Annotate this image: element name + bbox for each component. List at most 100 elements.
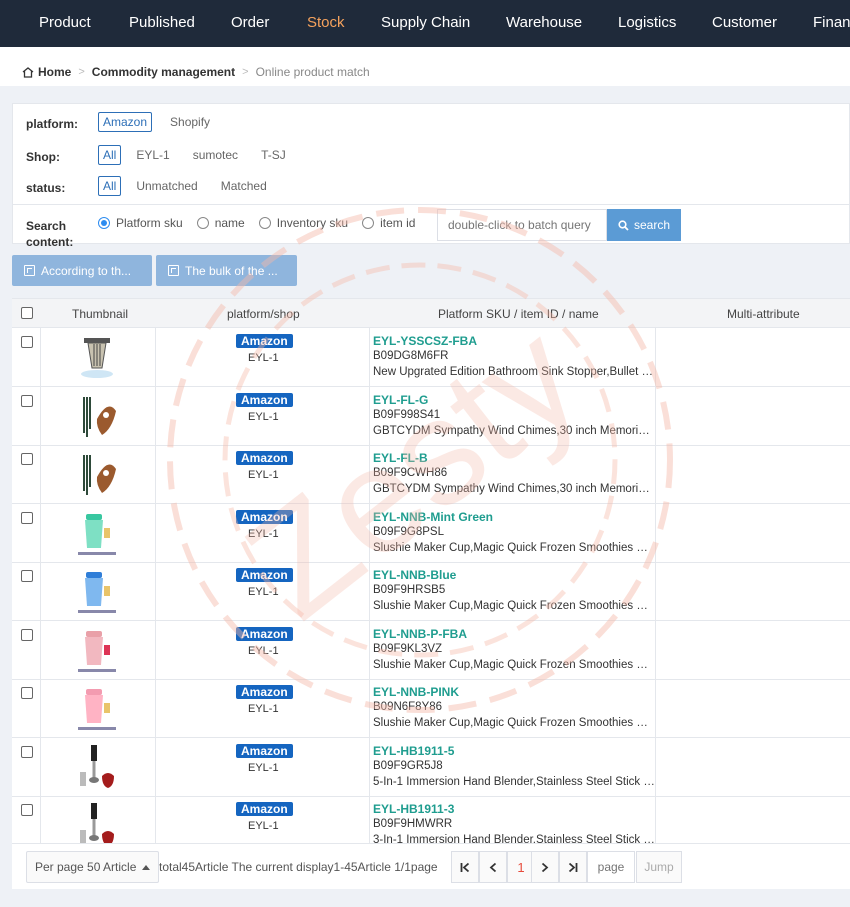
breadcrumb-current: Online product match xyxy=(255,65,370,79)
export-icon xyxy=(168,265,179,276)
item-id: B09F9CWH86 xyxy=(373,467,448,479)
radio-inventory-sku[interactable]: Inventory sku xyxy=(258,216,348,230)
nav-item-stock[interactable]: Stock xyxy=(307,14,345,31)
platform-option-amazon[interactable]: Amazon xyxy=(98,112,153,132)
status-option-matched[interactable]: Matched xyxy=(216,176,272,196)
table-row[interactable]: Amazon EYL-1 EYL-NNB-PINK B09N6F8Y86 Slushie… xyxy=(12,679,850,738)
row-checkbox[interactable] xyxy=(21,511,33,524)
nav-item-supply-chain[interactable]: Supply Chain xyxy=(381,14,470,31)
product-table: Thumbnail platform/shop Platform SKU / i… xyxy=(12,298,850,843)
shop-name: EYL-1 xyxy=(248,410,279,423)
next-page-button[interactable] xyxy=(531,851,559,883)
prev-page-button[interactable] xyxy=(479,851,507,883)
item-id: B09F9HRSB5 xyxy=(373,584,446,596)
platform-badge: Amazon xyxy=(236,626,293,641)
pagination: Per page 50 Article total45Article The c… xyxy=(12,843,850,889)
shop-name: EYL-1 xyxy=(248,703,279,715)
table-row[interactable]: Amazon EYL-1 EYL-YSSCSZ-FBA B09DG8M6FR New U… xyxy=(12,328,850,387)
platform-sku-link[interactable]: EYL-FL-B xyxy=(373,451,428,465)
jump-button[interactable]: Jump xyxy=(636,851,682,883)
product-thumbnail[interactable] xyxy=(72,508,122,558)
row-checkbox[interactable] xyxy=(21,570,33,582)
platform-sku-link[interactable]: EYL-YSSCSZ-FBA xyxy=(373,334,477,348)
according-to-button[interactable]: According to th... xyxy=(12,255,152,286)
header-platform-shop: platform/shop xyxy=(227,307,300,321)
shop-option-all[interactable]: All xyxy=(98,145,122,165)
last-page-button[interactable] xyxy=(559,851,587,883)
radio-platform-sku[interactable]: Platform sku xyxy=(98,216,183,230)
product-thumbnail[interactable] xyxy=(72,449,122,499)
table-row[interactable]: Amazon EYL-1 EYL-FL-B B09F9CWH86 GBTCYDM Sym… xyxy=(12,445,850,504)
shop-option-sumotec[interactable]: sumotec xyxy=(188,145,243,165)
shop-name: EYL-1 xyxy=(248,469,279,481)
table-row[interactable]: Amazon EYL-1 EYL-NNB-Blue B09F9HRSB5 Slushie… xyxy=(12,562,850,621)
header-sku: Platform SKU / item ID / name xyxy=(438,307,599,321)
table-row[interactable]: Amazon EYL-1 EYL-FL-G B09F998S41 GBTCYDM Sym… xyxy=(12,386,850,446)
platform-option-shopify[interactable]: Shopify xyxy=(165,112,215,132)
nav-item-product[interactable]: Product xyxy=(39,14,91,31)
shop-name: EYL-1 xyxy=(248,644,279,657)
radio-name[interactable]: name xyxy=(196,216,245,230)
product-thumbnail[interactable] xyxy=(72,800,122,843)
row-checkbox[interactable] xyxy=(21,394,33,407)
chevron-right-icon xyxy=(541,862,549,872)
shop-option-t-sj[interactable]: T-SJ xyxy=(256,145,291,165)
filter-panel: platform: Amazon Shopify Shop: All EYL-1… xyxy=(12,103,850,249)
product-name: New Upgrated Edition Bathroom Sink Stopp… xyxy=(373,366,656,378)
platform-badge: Amazon xyxy=(236,392,293,407)
row-checkbox[interactable] xyxy=(21,628,33,641)
product-thumbnail[interactable] xyxy=(72,566,122,616)
breadcrumb-home[interactable]: Home xyxy=(38,65,71,79)
nav-item-finan[interactable]: Finan xyxy=(813,14,850,31)
item-id: B09N6F8Y86 xyxy=(373,701,443,713)
select-all-checkbox[interactable] xyxy=(21,307,33,319)
status-option-unmatched[interactable]: Unmatched xyxy=(131,176,202,196)
platform-sku-link[interactable]: EYL-NNB-Mint Green xyxy=(373,510,493,524)
row-checkbox[interactable] xyxy=(21,804,33,816)
platform-sku-link[interactable]: EYL-HB1911-3 xyxy=(373,802,454,816)
product-thumbnail[interactable] xyxy=(72,683,122,733)
first-page-button[interactable] xyxy=(451,851,479,883)
page-input[interactable] xyxy=(587,851,635,883)
platform-sku-link[interactable]: EYL-NNB-PINK xyxy=(373,685,459,699)
table-row[interactable]: Amazon EYL-1 EYL-HB1911-5 B09F9GR5J8 5-In-1 … xyxy=(12,737,850,797)
table-row[interactable]: Amazon EYL-1 EYL-HB1911-3 B09F9HMWRR 3-In-1 … xyxy=(12,796,850,843)
breadcrumb-commodity-management[interactable]: Commodity management xyxy=(92,65,235,79)
product-thumbnail[interactable] xyxy=(72,625,122,675)
per-page-select[interactable]: Per page 50 Article xyxy=(26,851,160,883)
product-name: 3-In-1 Immersion Hand Blender,Stainless … xyxy=(373,834,656,843)
row-checkbox[interactable] xyxy=(21,336,33,348)
table-row[interactable]: Amazon EYL-1 EYL-NNB-Mint Green B09F9G8PSL S… xyxy=(12,503,850,563)
nav-item-published[interactable]: Published xyxy=(129,14,195,31)
bulk-action-button[interactable]: The bulk of the ... xyxy=(156,255,297,286)
search-button[interactable]: search xyxy=(607,209,681,241)
product-thumbnail[interactable] xyxy=(72,332,122,382)
product-thumbnail[interactable] xyxy=(72,391,122,441)
first-page-icon xyxy=(460,862,470,872)
status-label: status: xyxy=(26,181,66,195)
nav-item-warehouse[interactable]: Warehouse xyxy=(506,14,582,31)
platform-sku-link[interactable]: EYL-NNB-Blue xyxy=(373,568,456,582)
home-icon[interactable] xyxy=(22,66,34,78)
item-id: B09F9GR5J8 xyxy=(373,759,443,772)
nav-item-order[interactable]: Order xyxy=(231,14,269,31)
nav-item-logistics[interactable]: Logistics xyxy=(618,14,676,31)
product-name: Slushie Maker Cup,Magic Quick Frozen Smo… xyxy=(373,658,656,671)
shop-option-eyl-1[interactable]: EYL-1 xyxy=(131,145,174,165)
product-thumbnail[interactable] xyxy=(72,742,122,792)
product-name: Slushie Maker Cup,Magic Quick Frozen Smo… xyxy=(373,541,656,554)
row-checkbox[interactable] xyxy=(21,687,33,699)
row-checkbox[interactable] xyxy=(21,745,33,758)
top-nav: Product Published Order Stock Supply Chain Wa… xyxy=(0,0,850,47)
search-input[interactable] xyxy=(437,209,607,241)
radio-item-id[interactable]: item id xyxy=(362,216,415,230)
platform-sku-link[interactable]: EYL-HB1911-5 xyxy=(373,744,454,758)
row-checkbox[interactable] xyxy=(21,453,33,465)
chevron-right-icon: > xyxy=(242,66,249,78)
table-row[interactable]: Amazon EYL-1 EYL-NNB-P-FBA B09F9KL3VZ Slushi… xyxy=(12,620,850,680)
status-option-all[interactable]: All xyxy=(98,176,122,196)
platform-sku-link[interactable]: EYL-FL-G xyxy=(373,393,428,407)
platform-sku-link[interactable]: EYL-NNB-P-FBA xyxy=(373,627,467,641)
item-id: B09DG8M6FR xyxy=(373,350,449,362)
nav-item-customer[interactable]: Customer xyxy=(712,14,777,31)
